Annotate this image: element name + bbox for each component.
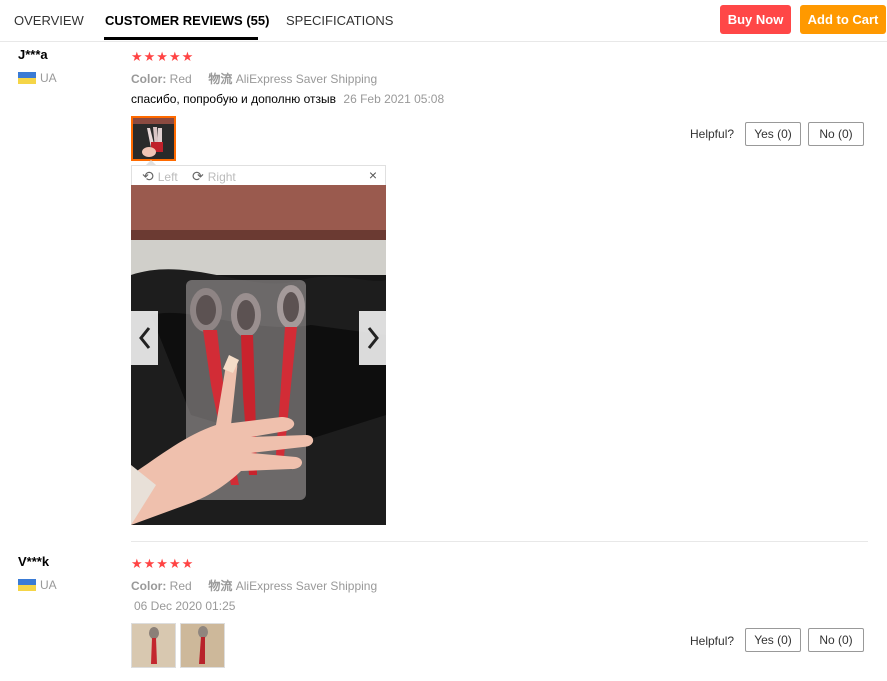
review-meta: Color: Red 物流 AliExpress Saver Shipping bbox=[131, 70, 377, 87]
close-icon[interactable]: × bbox=[369, 167, 377, 183]
review-photo-large bbox=[131, 185, 386, 525]
helpful-label: Helpful? bbox=[690, 127, 735, 141]
flag-ua-icon bbox=[18, 579, 36, 591]
reviewer-country: UA bbox=[18, 71, 57, 85]
review-photo-thumb[interactable] bbox=[131, 116, 176, 161]
rotate-right-icon: ⟳ bbox=[192, 168, 204, 184]
helpful-no-button[interactable]: No (0) bbox=[808, 628, 864, 652]
review-date: 06 Dec 2020 01:25 bbox=[134, 599, 236, 613]
chevron-right-icon bbox=[367, 327, 379, 349]
flag-ua-icon bbox=[18, 72, 36, 84]
rotate-right-label: Right bbox=[207, 169, 236, 184]
color-label: Color: bbox=[131, 579, 167, 593]
review-photo-thumb[interactable] bbox=[180, 623, 225, 668]
helpful-no-button[interactable]: No (0) bbox=[808, 122, 864, 146]
previous-photo-button[interactable] bbox=[131, 311, 158, 365]
tab-overview[interactable]: OVERVIEW bbox=[14, 13, 84, 28]
review-text: спасибо, попробую и дополню отзыв bbox=[131, 92, 337, 106]
buy-now-button[interactable]: Buy Now bbox=[720, 5, 791, 34]
rotate-left-icon: ⟲ bbox=[142, 168, 154, 184]
rotate-right-button[interactable]: ⟳ Right bbox=[192, 168, 236, 185]
country-code: UA bbox=[40, 578, 57, 592]
star-rating: ★★★★★ bbox=[131, 49, 195, 64]
review-text-row: 06 Dec 2020 01:25 bbox=[134, 599, 235, 613]
tab-specifications[interactable]: SPECIFICATIONS bbox=[286, 13, 393, 28]
reviewer-name: J***a bbox=[18, 47, 48, 62]
active-tab-indicator bbox=[104, 37, 258, 40]
tab-customer-reviews[interactable]: CUSTOMER REVIEWS (55) bbox=[105, 13, 269, 28]
review-text-row: спасибо, попробую и дополню отзыв 26 Feb… bbox=[131, 92, 444, 106]
logistics-value: AliExpress Saver Shipping bbox=[235, 579, 378, 593]
color-value: Red bbox=[169, 72, 192, 86]
review-date: 26 Feb 2021 05:08 bbox=[343, 92, 445, 106]
logistics-label: 物流 bbox=[208, 579, 233, 593]
rotate-left-label: Left bbox=[157, 169, 178, 184]
color-label: Color: bbox=[131, 72, 167, 86]
country-code: UA bbox=[40, 71, 57, 85]
reviewer-country: UA bbox=[18, 578, 57, 592]
helpful-yes-button[interactable]: Yes (0) bbox=[745, 628, 801, 652]
color-value: Red bbox=[169, 579, 192, 593]
helpful-yes-button[interactable]: Yes (0) bbox=[745, 122, 801, 146]
review-divider bbox=[131, 541, 868, 542]
logistics-value: AliExpress Saver Shipping bbox=[235, 72, 378, 86]
helpful-label: Helpful? bbox=[690, 634, 735, 648]
review-photo-thumb[interactable] bbox=[131, 623, 176, 668]
photo-viewer-toolbar: ⟲ Left ⟳ Right × bbox=[131, 165, 386, 185]
add-to-cart-button[interactable]: Add to Cart bbox=[800, 5, 886, 34]
tab-bar: OVERVIEW CUSTOMER REVIEWS (55) SPECIFICA… bbox=[0, 0, 887, 42]
chevron-left-icon bbox=[138, 327, 150, 349]
logistics-label: 物流 bbox=[208, 72, 233, 86]
star-rating: ★★★★★ bbox=[131, 556, 195, 571]
rotate-left-button[interactable]: ⟲ Left bbox=[142, 168, 178, 185]
reviewer-name: V***k bbox=[18, 554, 50, 569]
review-meta: Color: Red 物流 AliExpress Saver Shipping bbox=[131, 577, 377, 594]
next-photo-button[interactable] bbox=[359, 311, 386, 365]
